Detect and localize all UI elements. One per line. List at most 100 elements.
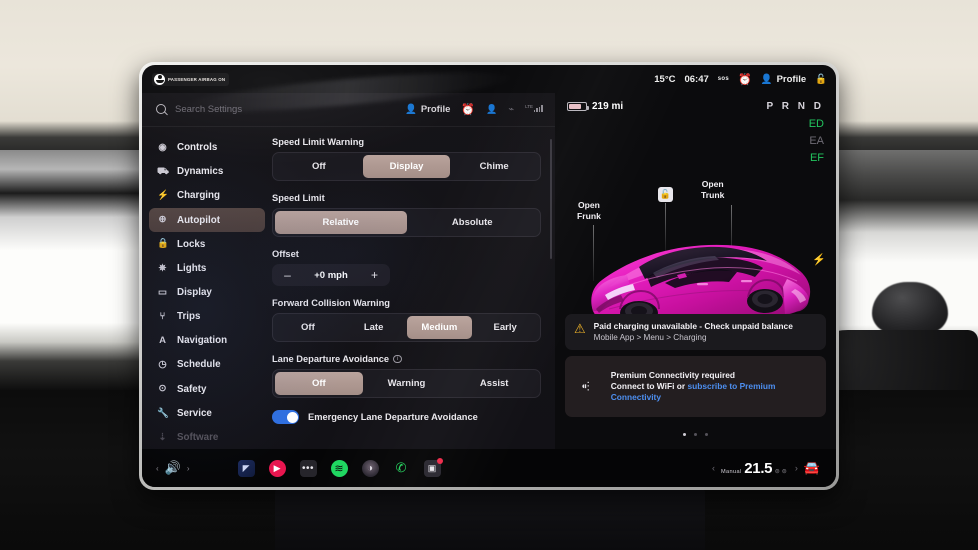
sidebar-item-service[interactable]: 🔧 Service xyxy=(149,402,265,425)
settings-profile-button[interactable]: 👤 Profile xyxy=(405,104,450,115)
emergency-lane-departure-label: Emergency Lane Departure Avoidance xyxy=(308,412,478,422)
alarm-icon[interactable]: ⏰ xyxy=(738,73,752,86)
sidebar-item-trips[interactable]: ⑂ Trips xyxy=(149,305,265,328)
lock-icon[interactable]: 🔓 xyxy=(815,74,827,85)
lock-icon: 🔒 xyxy=(157,238,169,250)
climate-mode-label: Manual xyxy=(720,468,742,475)
sidebar-item-locks[interactable]: 🔒 Locks xyxy=(149,233,265,256)
sidebar-item-dynamics[interactable]: ⛟ Dynamics xyxy=(149,160,265,183)
panel-scrollbar[interactable] xyxy=(549,139,552,259)
speed-limit-warning-segmented-control[interactable]: Off Display Chime xyxy=(272,152,541,181)
lane-departure-avoidance-segmented-control[interactable]: Off Warning Assist xyxy=(272,369,541,398)
lights-icon: ✵ xyxy=(158,262,167,274)
speed-limit-segmented-control[interactable]: Relative Absolute xyxy=(272,208,541,237)
info-icon[interactable]: i xyxy=(393,354,402,364)
chevron-left-icon[interactable]: ‹ xyxy=(156,464,159,473)
speed-limit-warning-option-chime[interactable]: Chime xyxy=(450,155,538,178)
lane-departure-avoidance-text: Lane Departure Avoidance xyxy=(272,354,390,364)
fcw-option-early[interactable]: Early xyxy=(472,316,538,339)
bottom-dock[interactable]: ‹ 🔊 › ◤ ▶ ••• ≋ ◑ ✆ ▣ ‹ Manual 21.5 ⊜⊜ › xyxy=(142,449,836,487)
seat-heater-icon[interactable]: ⊜⊜ xyxy=(775,469,789,475)
volume-icon[interactable]: 🔊 xyxy=(165,460,181,476)
chevron-right-icon[interactable]: › xyxy=(795,463,798,473)
lda-option-assist[interactable]: Assist xyxy=(450,372,538,395)
sidebar-item-label: Autopilot xyxy=(177,214,220,226)
speed-limit-option-absolute[interactable]: Absolute xyxy=(407,211,539,234)
sidebar-item-navigation[interactable]: A Navigation xyxy=(149,329,265,352)
search-placeholder: Search Settings xyxy=(175,104,243,115)
media-app-icon[interactable]: ▶ xyxy=(268,459,286,477)
notification-badge xyxy=(436,457,443,464)
notification-prefix: Connect to WiFi or xyxy=(610,381,688,391)
sidebar-item-software[interactable]: ⇣ Software xyxy=(149,426,265,449)
search-settings-field[interactable]: Search Settings xyxy=(156,104,397,115)
person-icon[interactable]: 👤 xyxy=(486,104,497,115)
open-frunk-label[interactable]: Open Frunk xyxy=(577,200,601,222)
sidebar-item-charging[interactable]: ⚡ Charging xyxy=(149,184,265,207)
lda-option-off[interactable]: Off xyxy=(275,372,363,395)
climate-control[interactable]: ‹ Manual 21.5 ⊜⊜ › xyxy=(712,461,798,476)
app-launcher-row[interactable]: ◤ ▶ ••• ≋ ◑ ✆ ▣ xyxy=(237,457,443,477)
speed-limit-option-relative[interactable]: Relative xyxy=(275,211,407,234)
notification-card-connectivity[interactable]: ⁌⫶ Premium Connectivity required Connect… xyxy=(565,356,826,417)
alarm-icon[interactable]: ⏰ xyxy=(461,103,475,116)
person-icon: 👤 xyxy=(405,104,417,115)
forward-collision-warning-segmented-control[interactable]: Off Late Medium Early xyxy=(272,313,541,342)
signal-bars-icon[interactable]: LTE xyxy=(525,104,543,115)
profile-button[interactable]: 👤 Profile xyxy=(761,74,806,85)
unlock-icon[interactable]: 🔓 xyxy=(658,187,673,202)
sidebar-item-label: Display xyxy=(177,287,212,299)
emergency-lane-departure-row[interactable]: Emergency Lane Departure Avoidance xyxy=(272,410,541,424)
navigation-icon: A xyxy=(159,335,166,347)
lda-option-warning[interactable]: Warning xyxy=(363,372,451,395)
offset-stepper[interactable]: – +0 mph + xyxy=(272,264,390,286)
open-trunk-label[interactable]: Open Trunk xyxy=(701,179,724,201)
page-dot[interactable] xyxy=(694,433,697,436)
offset-decrement-button[interactable]: – xyxy=(275,267,300,283)
fcw-option-off[interactable]: Off xyxy=(275,316,341,339)
emergency-lane-departure-toggle[interactable] xyxy=(272,410,299,424)
notification-body: Connect to WiFi or subscribe to Premium … xyxy=(611,381,817,403)
settings-window[interactable]: Search Settings 👤 Profile ⏰ 👤 ⌁ LTE ◉ Co… xyxy=(142,93,555,449)
speed-limit-warning-option-display[interactable]: Display xyxy=(362,155,451,178)
sidebar-item-lights[interactable]: ✵ Lights xyxy=(149,257,265,280)
sidebar-item-label: Software xyxy=(177,431,219,443)
sidebar-item-controls[interactable]: ◉ Controls xyxy=(149,136,265,159)
offset-label: Offset xyxy=(272,249,299,259)
notification-cards[interactable]: ⚠ Paid charging unavailable - Check unpa… xyxy=(565,314,826,441)
offset-increment-button[interactable]: + xyxy=(362,267,387,283)
chevron-right-icon[interactable]: › xyxy=(187,464,190,473)
trips-icon: ⑂ xyxy=(159,310,166,322)
speed-limit-warning-option-off[interactable]: Off xyxy=(275,155,363,178)
spotify-app-icon[interactable]: ≋ xyxy=(330,459,348,477)
notification-card-charging[interactable]: ⚠ Paid charging unavailable - Check unpa… xyxy=(565,314,826,350)
navigation-app-icon[interactable]: ◤ xyxy=(237,459,255,477)
tidal-app-icon[interactable]: ◑ xyxy=(361,459,379,477)
sidebar-item-autopilot[interactable]: ⊕ Autopilot xyxy=(149,208,265,232)
fcw-option-medium[interactable]: Medium xyxy=(406,316,473,339)
more-apps-icon[interactable]: ••• xyxy=(299,459,317,477)
car-icon[interactable]: 🚘 xyxy=(804,460,820,476)
sidebar-item-label: Dynamics xyxy=(177,166,224,178)
chevron-left-icon[interactable]: ‹ xyxy=(712,463,715,473)
display-icon: ▭ xyxy=(158,286,167,298)
tesla-touchscreen[interactable]: PASSENGER AIRBAG ON 15°C 06:47 sos ⏰ 👤 P… xyxy=(142,65,836,487)
fcw-option-late[interactable]: Late xyxy=(341,316,407,339)
sidebar-item-safety[interactable]: ⊙ Safety xyxy=(149,378,265,401)
settings-sidebar[interactable]: ◉ Controls ⛟ Dynamics ⚡ Charging ⊕ Autop… xyxy=(142,127,272,449)
sidebar-item-schedule[interactable]: ◷ Schedule xyxy=(149,353,265,376)
page-indicator-dots[interactable] xyxy=(565,423,826,441)
page-dot[interactable] xyxy=(682,433,686,436)
sidebar-item-label: Schedule xyxy=(177,359,221,371)
sidebar-item-label: Service xyxy=(177,407,212,419)
phone-app-icon[interactable]: ✆ xyxy=(393,460,410,477)
page-dot[interactable] xyxy=(705,433,709,436)
autopilot-settings-panel: Speed Limit Warning Off Display Chime Sp… xyxy=(272,127,555,449)
camera-app-icon[interactable]: ▣ xyxy=(423,457,443,477)
vehicle-visualization[interactable]: 219 mi P R N D ED EA EF Open Frunk Open … xyxy=(555,93,836,449)
sidebar-item-display[interactable]: ▭ Display xyxy=(149,281,265,304)
volume-control[interactable]: ‹ 🔊 › xyxy=(156,460,190,476)
sos-button[interactable]: sos xyxy=(718,76,729,82)
passenger-airbag-indicator: PASSENGER AIRBAG ON xyxy=(152,72,230,86)
bluetooth-icon[interactable]: ⌁ xyxy=(508,104,514,115)
